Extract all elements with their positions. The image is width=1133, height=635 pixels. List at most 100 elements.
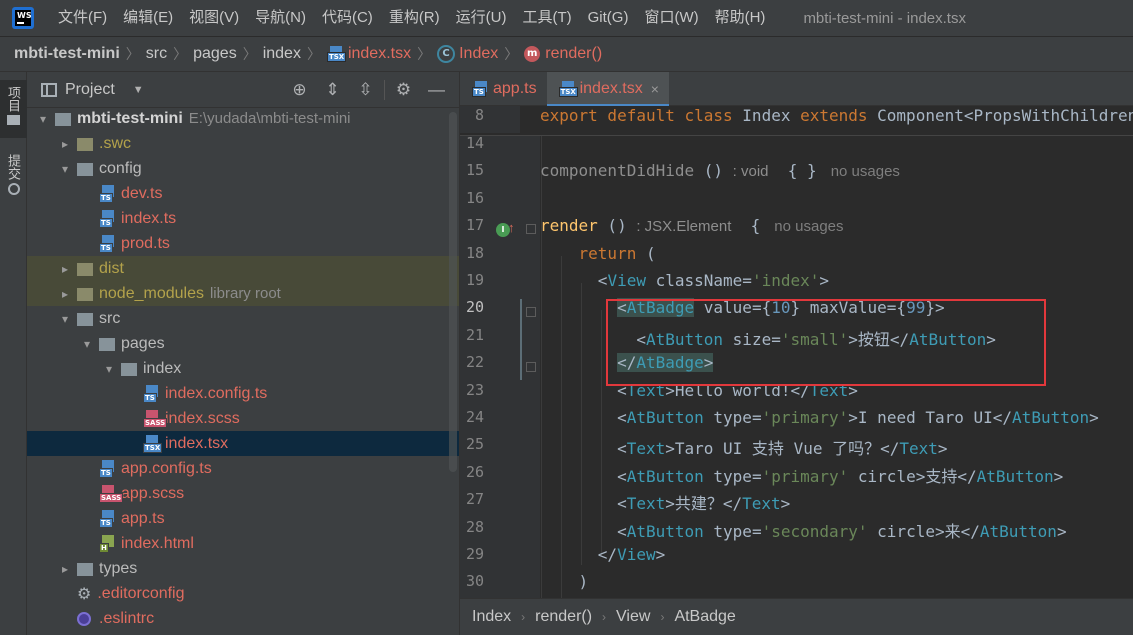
editor-breadcrumb-item[interactable]: View: [616, 608, 650, 626]
code-line[interactable]: 17 render () : JSX.Element {no usages: [460, 216, 1133, 243]
tab-app-ts[interactable]: TS app.ts: [460, 72, 547, 106]
tree-item[interactable]: ▸ node_modules library root: [27, 281, 459, 306]
code-line[interactable]: 16: [460, 189, 1133, 216]
close-icon[interactable]: ×: [651, 81, 659, 97]
tree-item[interactable]: ▸ types: [27, 556, 459, 581]
tree-scrollbar[interactable]: [449, 112, 457, 472]
tree-item[interactable]: TS app.config.ts: [27, 456, 459, 481]
menu-item[interactable]: 导航(N): [247, 0, 314, 36]
tree-item[interactable]: TS prod.ts: [27, 231, 459, 256]
code-token: Text: [742, 494, 781, 514]
code-line[interactable]: 28 <AtButton type='secondary' circle>来</…: [460, 518, 1133, 545]
code-token: >Taro UI 支持 Vue 了吗？</: [665, 439, 900, 459]
menu-item[interactable]: 视图(V): [181, 0, 247, 36]
tab-index-tsx[interactable]: TSX index.tsx ×: [546, 72, 670, 107]
chevron-down-icon[interactable]: ▾: [81, 337, 93, 351]
breadcrumb-class[interactable]: C Index: [437, 45, 498, 63]
editor-breadcrumb-item[interactable]: render(): [535, 608, 592, 626]
code-line[interactable]: 15 componentDidHide () : void { } no usage…: [460, 161, 1133, 188]
tree-item[interactable]: ▸ dist: [27, 256, 459, 281]
breadcrumb-project[interactable]: mbti-test-mini: [14, 45, 120, 63]
tree-item[interactable]: TS index.config.ts: [27, 381, 459, 406]
chevron-down-icon[interactable]: ▾: [59, 162, 71, 176]
fold-icon[interactable]: [526, 307, 536, 317]
code-line[interactable]: 26 <AtButton type='primary' circle>支持</A…: [460, 463, 1133, 490]
tree-item[interactable]: TS app.ts: [27, 506, 459, 531]
tree-item[interactable]: ▾ mbti-test-mini E:\yudada\mbti-test-mini: [27, 106, 459, 131]
menu-item[interactable]: 文件(F): [50, 0, 115, 36]
code-token: AtButton: [979, 521, 1057, 541]
tree-item-label: index.config.ts: [165, 384, 268, 402]
locate-icon[interactable]: ⊕: [283, 80, 316, 100]
menu-item[interactable]: 工具(T): [514, 0, 579, 36]
tree-item[interactable]: ▾ src: [27, 306, 459, 331]
fold-icon[interactable]: [526, 224, 536, 234]
sticky-scroll-header[interactable]: 8 export default class Index extends Com…: [460, 106, 1133, 136]
vcs-change-marker[interactable]: [520, 299, 522, 380]
menu-item[interactable]: 重构(R): [381, 0, 448, 36]
project-panel-title[interactable]: Project: [65, 81, 115, 99]
code-line[interactable]: 24 <AtButton type='primary'>I need Taro …: [460, 408, 1133, 435]
code-line[interactable]: 14: [460, 134, 1133, 161]
chevron-down-icon[interactable]: ▾: [103, 362, 115, 376]
breadcrumb-file[interactable]: TSX index.tsx: [326, 45, 411, 63]
html-file-icon: H: [99, 534, 117, 553]
breadcrumb-index-folder[interactable]: index: [263, 45, 301, 63]
code-line[interactable]: 25 <Text>Taro UI 支持 Vue 了吗？</Text>: [460, 435, 1133, 462]
tree-item[interactable]: ▾ pages: [27, 331, 459, 356]
breadcrumb-pages[interactable]: pages: [193, 45, 237, 63]
code-line[interactable]: 27 <Text>共建？</Text>: [460, 490, 1133, 517]
tree-item[interactable]: .eslintrc: [27, 606, 459, 631]
folder-icon: [77, 263, 93, 276]
chevron-right-icon[interactable]: ▸: [59, 562, 71, 576]
tree-item[interactable]: Hindex.html: [27, 531, 459, 556]
code-line[interactable]: 19 <View className='index'>: [460, 271, 1133, 298]
tree-item[interactable]: TS index.ts: [27, 206, 459, 231]
tree-item[interactable]: ⚙ .editorconfig: [27, 581, 459, 606]
chevron-down-icon[interactable]: ▼: [133, 84, 144, 96]
tree-item[interactable]: ▾ index: [27, 356, 459, 381]
tree-item[interactable]: ▸ .swc: [27, 131, 459, 156]
usages-hint[interactable]: no usages: [831, 163, 900, 180]
menu-item[interactable]: 窗口(W): [636, 0, 706, 36]
override-arrow-icon[interactable]: ↑: [508, 220, 515, 235]
menu-item[interactable]: 编辑(E): [115, 0, 181, 36]
breadcrumb-method[interactable]: m render(): [524, 45, 602, 63]
chevron-right-icon[interactable]: ▸: [59, 137, 71, 151]
menu-item[interactable]: 代码(C): [314, 0, 381, 36]
fold-icon[interactable]: [526, 362, 536, 372]
tree-item[interactable]: TS dev.ts: [27, 181, 459, 206]
menu-item[interactable]: Git(G): [580, 0, 637, 36]
commit-tool-button[interactable]: 提交: [0, 150, 27, 206]
code-line[interactable]: 29 </View>: [460, 545, 1133, 572]
code-token: <: [617, 439, 627, 459]
chevron-down-icon[interactable]: ▾: [59, 312, 71, 326]
expand-all-icon[interactable]: ⇕: [316, 80, 349, 100]
code-text: </View>: [540, 545, 665, 572]
chevron-right-icon[interactable]: ▸: [59, 287, 71, 301]
collapse-all-icon[interactable]: ⇳: [349, 80, 382, 100]
chevron-right-icon[interactable]: ▸: [59, 262, 71, 276]
usages-hint[interactable]: no usages: [774, 218, 843, 235]
code-token: <: [617, 466, 627, 486]
editor-breadcrumb-item[interactable]: Index: [472, 608, 511, 626]
editor-breadcrumb-item[interactable]: AtBadge: [674, 608, 735, 626]
folder-icon: [77, 313, 93, 326]
code-line[interactable]: 18 return (: [460, 244, 1133, 271]
code-line[interactable]: 30 ): [460, 572, 1133, 598]
tree-item[interactable]: SASS index.scss: [27, 406, 459, 431]
gear-icon[interactable]: ⚙: [387, 80, 420, 100]
menu-item[interactable]: 运行(U): [448, 0, 515, 36]
tree-item[interactable]: SASS app.scss: [27, 481, 459, 506]
hide-icon[interactable]: —: [420, 80, 453, 100]
ts-file-icon: TS: [472, 81, 490, 97]
code-text: <View className='index'>: [540, 271, 829, 298]
menu-item[interactable]: 帮助(H): [707, 0, 774, 36]
webstorm-logo-icon[interactable]: WS: [12, 7, 34, 29]
breadcrumb-src[interactable]: src: [146, 45, 167, 63]
tree-item[interactable]: TSX index.tsx: [27, 431, 459, 456]
project-tool-button[interactable]: 项目: [0, 80, 27, 138]
tree-item[interactable]: ▾ config: [27, 156, 459, 181]
chevron-down-icon[interactable]: ▾: [37, 112, 49, 126]
